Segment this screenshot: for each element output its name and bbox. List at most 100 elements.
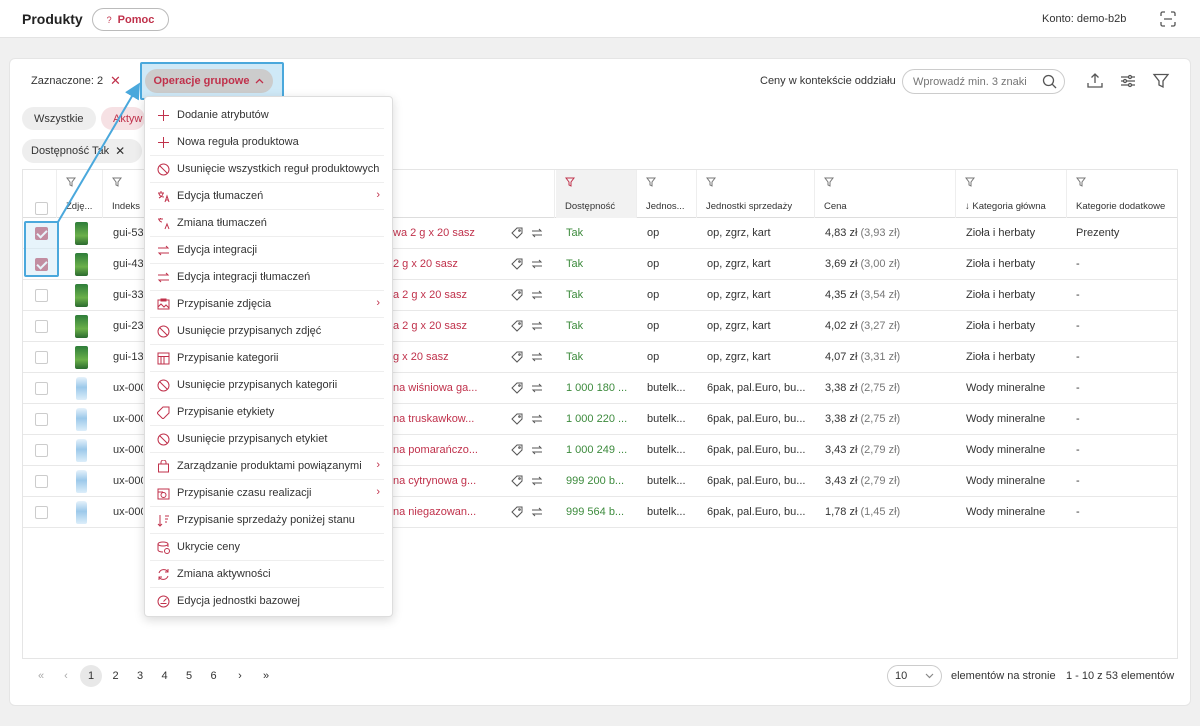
- product-name: na wiśniowa ga...: [393, 382, 478, 394]
- menu-item-usunięcie-przypisanych-kategorii[interactable]: Usunięcie przypisanych kategorii: [145, 372, 394, 399]
- row-checkbox[interactable]: [35, 475, 48, 488]
- tag-icon[interactable]: [511, 227, 523, 239]
- tag-icon[interactable]: [511, 506, 523, 518]
- swap-icon[interactable]: [531, 227, 543, 239]
- search-box[interactable]: [902, 69, 1065, 94]
- swap-icon[interactable]: [531, 258, 543, 270]
- sales-units-value: 6pak, pal.Euro, bu...: [707, 382, 806, 394]
- tab-all[interactable]: Wszystkie: [22, 107, 96, 130]
- page-5[interactable]: 5: [178, 665, 200, 687]
- menu-item-zmiana-tłumaczeń[interactable]: Zmiana tłumaczeń: [145, 210, 394, 237]
- column-filter-icon[interactable]: [706, 177, 716, 190]
- menu-item-ukrycie-ceny[interactable]: Ukrycie ceny: [145, 534, 394, 561]
- first-page-icon[interactable]: «: [30, 665, 52, 687]
- swap-icon[interactable]: [531, 320, 543, 332]
- swap-icon[interactable]: [531, 475, 543, 487]
- page-1[interactable]: 1: [80, 665, 102, 687]
- filter-chip-availability[interactable]: Dostępność Tak ✕: [22, 139, 142, 163]
- swap-icon[interactable]: [531, 382, 543, 394]
- row-checkbox[interactable]: [35, 506, 48, 519]
- menu-item-przypisanie-etykiety[interactable]: Przypisanie etykiety: [145, 399, 394, 426]
- tag-icon[interactable]: [511, 382, 523, 394]
- page-4[interactable]: 4: [154, 665, 176, 687]
- unit-value: butelk...: [647, 444, 686, 456]
- menu-item-usunięcie-przypisanych-etykiet[interactable]: Usunięcie przypisanych etykiet: [145, 426, 394, 453]
- filter-icon[interactable]: [1152, 72, 1170, 90]
- menu-item-label: Przypisanie etykiety: [177, 406, 275, 418]
- swap-icon[interactable]: [531, 444, 543, 456]
- bulk-operations-button[interactable]: Operacje grupowe: [145, 69, 273, 93]
- menu-item-przypisanie-zdjęcia[interactable]: Przypisanie zdjęcia ›: [145, 291, 394, 318]
- menu-item-edycja-tłumaczeń[interactable]: Edycja tłumaczeń ›: [145, 183, 394, 210]
- tag-icon[interactable]: [511, 444, 523, 456]
- tag-icon[interactable]: [511, 413, 523, 425]
- select-all-checkbox[interactable]: [35, 202, 48, 215]
- menu-item-przypisanie-czasu-realizacji[interactable]: Przypisanie czasu realizacji ›: [145, 480, 394, 507]
- last-page-icon[interactable]: »: [255, 665, 277, 687]
- price-gross: 4,02 zł: [825, 320, 861, 332]
- column-filter-icon[interactable]: [112, 177, 122, 190]
- per-page-label: elementów na stronie: [951, 670, 1056, 682]
- help-button[interactable]: ? Pomoc: [92, 8, 169, 31]
- next-page-icon[interactable]: ›: [229, 665, 251, 687]
- menu-item-usunięcie-przypisanych-zdjęć[interactable]: Usunięcie przypisanych zdjęć: [145, 318, 394, 345]
- menu-item-zarządzanie-produktami-powiązanymi[interactable]: Zarządzanie produktami powiązanymi ›: [145, 453, 394, 480]
- tab-active[interactable]: Aktyw: [101, 107, 145, 130]
- menu-item-przypisanie-kategorii[interactable]: Przypisanie kategorii: [145, 345, 394, 372]
- page-3[interactable]: 3: [129, 665, 151, 687]
- column-header-sales_units[interactable]: Jednostki sprzedaży: [697, 170, 815, 218]
- swap-icon[interactable]: [531, 413, 543, 425]
- menu-item-label: Zmiana aktywności: [177, 568, 271, 580]
- tag-icon[interactable]: [511, 289, 523, 301]
- search-icon[interactable]: [1042, 74, 1057, 89]
- tag-icon[interactable]: [511, 258, 523, 270]
- swap-icon[interactable]: [531, 351, 543, 363]
- column-header-extra_categories[interactable]: Kategorie dodatkowe: [1067, 170, 1177, 218]
- column-header-unit[interactable]: Jednos...: [637, 170, 697, 218]
- menu-item-edycja-integracji-tłumaczeń[interactable]: Edycja integracji tłumaczeń: [145, 264, 394, 291]
- row-checkbox[interactable]: [35, 413, 48, 426]
- page-6[interactable]: 6: [203, 665, 225, 687]
- menu-item-dodanie-atrybutów[interactable]: Dodanie atrybutów: [145, 102, 394, 129]
- column-filter-icon[interactable]: [646, 177, 656, 190]
- column-header-availability[interactable]: Dostępność: [556, 170, 637, 218]
- column-header-photo[interactable]: Zdję...: [57, 170, 103, 218]
- row-checkbox[interactable]: [35, 289, 48, 302]
- pagination: « ‹ 123456 › » 10 elementów na stronie 1…: [22, 659, 1178, 693]
- column-header-price[interactable]: Cena: [815, 170, 956, 218]
- row-checkbox[interactable]: [35, 351, 48, 364]
- export-icon[interactable]: [1086, 72, 1104, 90]
- menu-item-przypisanie-sprzedaży-poniżej-stanu[interactable]: Przypisanie sprzedaży poniżej stanu: [145, 507, 394, 534]
- close-icon[interactable]: ✕: [115, 144, 125, 158]
- tag-icon[interactable]: [511, 351, 523, 363]
- menu-item-zmiana-aktywności[interactable]: Zmiana aktywności: [145, 561, 394, 588]
- swap-icon[interactable]: [531, 506, 543, 518]
- menu-item-nowa-reguła-produktowa[interactable]: Nowa reguła produktowa: [145, 129, 394, 156]
- menu-item-edycja-jednostki-bazowej[interactable]: Edycja jednostki bazowej: [145, 588, 394, 615]
- menu-item-usunięcie-wszystkich-reguł-produktowych[interactable]: Usunięcie wszystkich reguł produktowych: [145, 156, 394, 183]
- scan-icon[interactable]: [1160, 11, 1176, 27]
- column-filter-icon[interactable]: [565, 177, 575, 190]
- column-filter-icon[interactable]: [824, 177, 834, 190]
- product-name: wa 2 g x 20 sasz: [393, 227, 475, 239]
- row-checkbox[interactable]: [35, 382, 48, 395]
- menu-item-label: Edycja tłumaczeń: [177, 190, 264, 202]
- search-input[interactable]: [913, 74, 1038, 90]
- column-filter-icon[interactable]: [1076, 177, 1086, 190]
- prev-page-icon[interactable]: ‹: [55, 665, 77, 687]
- column-filter-icon[interactable]: [66, 177, 76, 190]
- page-2[interactable]: 2: [105, 665, 127, 687]
- column-filter-icon[interactable]: [965, 177, 975, 190]
- tag-icon[interactable]: [511, 320, 523, 332]
- row-checkbox[interactable]: [35, 444, 48, 457]
- clear-selection-icon[interactable]: ✕: [110, 73, 121, 89]
- per-page-select[interactable]: 10: [887, 665, 942, 687]
- row-checkbox[interactable]: [35, 320, 48, 333]
- settings-sliders-icon[interactable]: [1119, 72, 1137, 90]
- product-thumbnail: [76, 470, 87, 493]
- availability-value: Tak: [566, 227, 584, 239]
- tag-icon[interactable]: [511, 475, 523, 487]
- column-header-main_category[interactable]: ↓ Kategoria główna: [956, 170, 1067, 218]
- menu-item-edycja-integracji[interactable]: Edycja integracji: [145, 237, 394, 264]
- swap-icon[interactable]: [531, 289, 543, 301]
